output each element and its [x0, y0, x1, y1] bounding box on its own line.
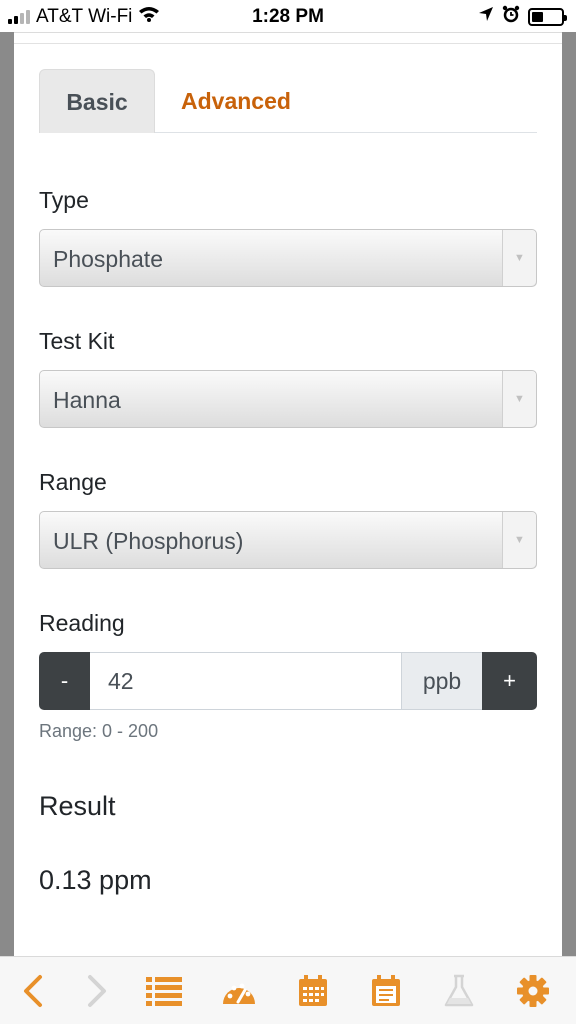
overlay-left	[0, 0, 14, 960]
test-kit-value: Hanna	[53, 387, 121, 413]
reading-label: Reading	[39, 610, 125, 636]
forward-icon[interactable]	[76, 971, 116, 1011]
chevron-down-icon: ▼	[502, 230, 536, 286]
test-kit-select[interactable]: Hanna ▼	[39, 370, 537, 428]
flask-icon[interactable]	[439, 971, 479, 1011]
increment-button[interactable]: +	[482, 652, 537, 710]
settings-icon[interactable]	[513, 971, 553, 1011]
location-icon	[478, 6, 494, 28]
range-label: Range	[39, 469, 107, 495]
overlay-right	[562, 0, 576, 960]
card-divider	[14, 43, 562, 44]
back-icon[interactable]	[14, 971, 54, 1011]
battery-icon	[528, 8, 567, 26]
status-bar: AT&T Wi-Fi 1:28 PM	[0, 0, 576, 32]
type-label: Type	[39, 187, 89, 213]
tab-bar: Basic Advanced	[39, 69, 537, 133]
tab-basic[interactable]: Basic	[39, 69, 155, 133]
list-icon[interactable]	[144, 971, 184, 1011]
chevron-down-icon: ▼	[502, 371, 536, 427]
chevron-down-icon: ▼	[502, 512, 536, 568]
result-title: Result	[39, 791, 116, 821]
range-select[interactable]: ULR (Phosphorus) ▼	[39, 511, 537, 569]
type-select[interactable]: Phosphate ▼	[39, 229, 537, 287]
result-value: 0.13 ppm	[39, 865, 152, 895]
status-right	[478, 5, 567, 29]
test-kit-label: Test Kit	[39, 328, 115, 354]
bottom-toolbar	[0, 956, 576, 1024]
palette-icon[interactable]	[219, 971, 259, 1011]
calendar-icon[interactable]	[293, 971, 333, 1011]
reading-range-help: Range: 0 - 200	[39, 721, 159, 741]
type-value: Phosphate	[53, 246, 163, 272]
reading-input[interactable]: 42	[90, 652, 401, 710]
notes-icon[interactable]	[366, 971, 406, 1011]
tab-advanced[interactable]: Advanced	[181, 69, 291, 133]
decrement-button[interactable]: -	[39, 652, 90, 710]
reading-unit: ppb	[401, 652, 482, 710]
range-value: ULR (Phosphorus)	[53, 528, 244, 554]
alarm-icon	[502, 5, 520, 29]
reading-input-group: - 42 ppb +	[39, 652, 537, 710]
content-card: Basic Advanced Type Phosphate ▼ Test Kit…	[14, 32, 562, 960]
